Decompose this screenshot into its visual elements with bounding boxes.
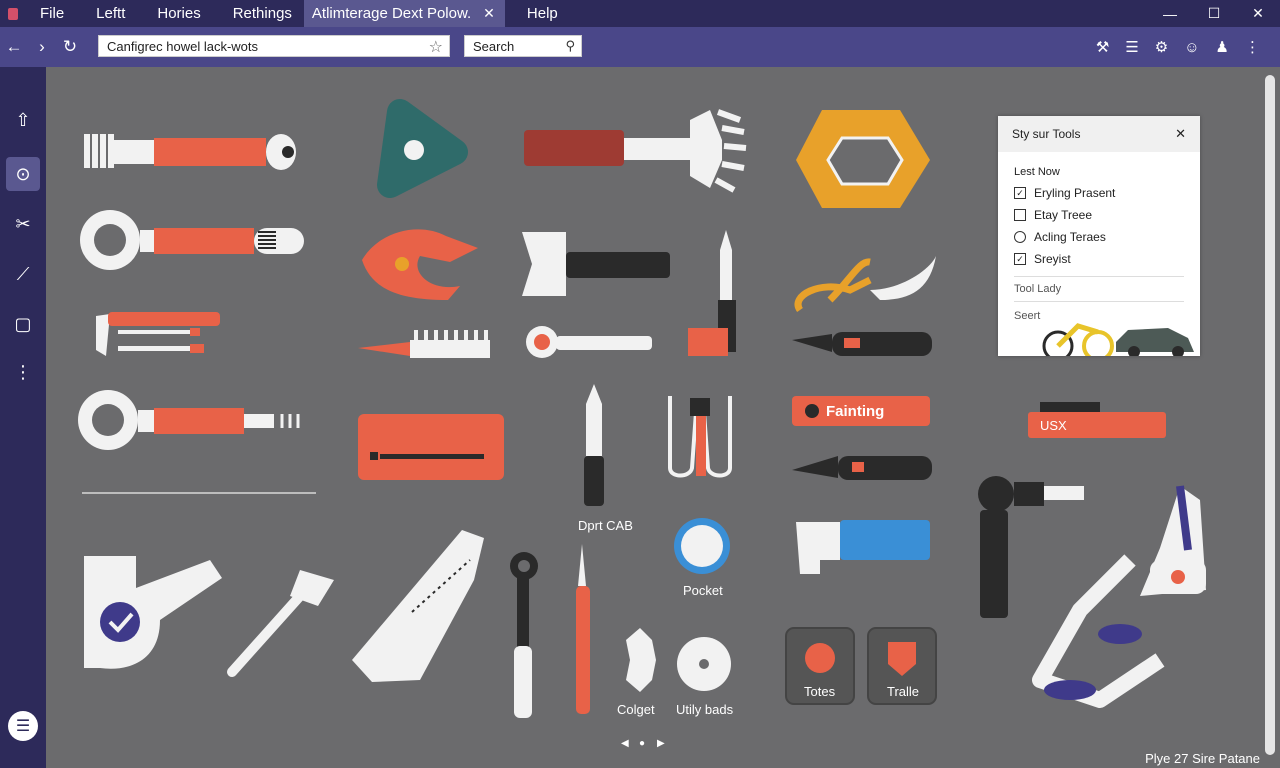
screwdriver-icon[interactable]	[584, 384, 604, 506]
pager-prev-icon[interactable]: ◀	[621, 738, 629, 749]
saw-blade-icon[interactable]	[352, 530, 484, 682]
marking-knife-icon[interactable]	[688, 230, 736, 356]
comb-file-icon[interactable]	[358, 330, 490, 358]
pager-dot-icon[interactable]: ●	[639, 738, 645, 749]
rake-hammer-icon[interactable]	[524, 109, 747, 193]
check-tool-icon[interactable]	[84, 556, 222, 669]
toolbox-icon[interactable]	[358, 414, 504, 480]
scribe-set-icon[interactable]	[96, 312, 220, 356]
pipe-clamp-icon[interactable]	[362, 229, 478, 300]
pizza-cutter-icon[interactable]	[526, 326, 652, 358]
long-screwdriver-icon[interactable]	[576, 544, 590, 714]
checkbox-checked-icon[interactable]: ✓	[1014, 187, 1026, 199]
ring-wrench-icon[interactable]	[78, 390, 300, 450]
radio-icon[interactable]	[1014, 231, 1026, 243]
fork-wrench-icon[interactable]	[84, 134, 296, 170]
pager-next-icon[interactable]: ▶	[657, 738, 665, 749]
option-label: Acling Teraes	[1034, 230, 1106, 244]
utility-blade-icon[interactable]	[792, 332, 932, 356]
option-label: Etay Treee	[1034, 208, 1093, 222]
knife-icon[interactable]	[792, 456, 932, 480]
tralle-label: Tralle	[887, 684, 920, 699]
panel-option[interactable]: Etay Treee	[1014, 208, 1200, 222]
vehicle-thumbnail	[1042, 323, 1194, 356]
panel-section-label: Tool Lady	[1014, 283, 1062, 295]
footer-status: Plye 27 Sire Patane	[1145, 751, 1260, 766]
option-label: Eryling Prasent	[1034, 186, 1116, 200]
spinner-icon[interactable]	[377, 99, 468, 198]
panel-divider	[1014, 301, 1184, 302]
style-tools-panel: Sty sur Tools ✕ Lest Now ✓ Eryling Prase…	[998, 116, 1200, 356]
panel-title: Sty sur Tools	[1012, 127, 1081, 141]
hex-nut-icon[interactable]	[796, 110, 930, 208]
pocket-label: Pocket	[683, 583, 723, 598]
divider	[82, 492, 316, 494]
dprt-cab-label: Dprt CAB	[578, 518, 633, 533]
scraper-icon[interactable]	[522, 232, 670, 296]
panel-close-icon[interactable]: ✕	[1175, 126, 1186, 142]
ring-spanner-icon[interactable]	[80, 210, 304, 270]
shears-icon[interactable]	[794, 256, 936, 313]
spatula-icon[interactable]	[227, 570, 334, 677]
pocket-dial-icon[interactable]	[674, 518, 730, 574]
utily-bads-label: Utily bads	[676, 702, 734, 717]
socket-wrench-icon[interactable]	[510, 552, 538, 718]
checkbox-icon[interactable]	[1014, 209, 1026, 221]
panel-option[interactable]: ✓ Sreyist	[1014, 252, 1200, 266]
tweezers-icon[interactable]	[668, 396, 732, 478]
dial-gauge-icon[interactable]	[677, 637, 731, 691]
robot-arm-icon[interactable]	[1032, 485, 1206, 708]
usx-label: USX	[1040, 418, 1067, 433]
panel-divider	[1014, 276, 1184, 277]
checkbox-checked-icon[interactable]: ✓	[1014, 253, 1026, 265]
fainting-label: Fainting	[826, 403, 885, 420]
panel-option[interactable]: Acling Teraes	[1014, 230, 1200, 244]
blue-clamp-icon[interactable]	[796, 520, 930, 574]
gear-half-icon[interactable]	[626, 628, 656, 692]
totes-label: Totes	[804, 684, 836, 699]
panel-option[interactable]: ✓ Eryling Prasent	[1014, 186, 1200, 200]
drill-icon[interactable]	[978, 476, 1084, 618]
panel-header: Sty sur Tools ✕	[998, 116, 1200, 152]
panel-section-label: Lest Now	[1014, 166, 1060, 178]
option-label: Sreyist	[1034, 252, 1071, 266]
colget-label: Colget	[617, 702, 655, 717]
